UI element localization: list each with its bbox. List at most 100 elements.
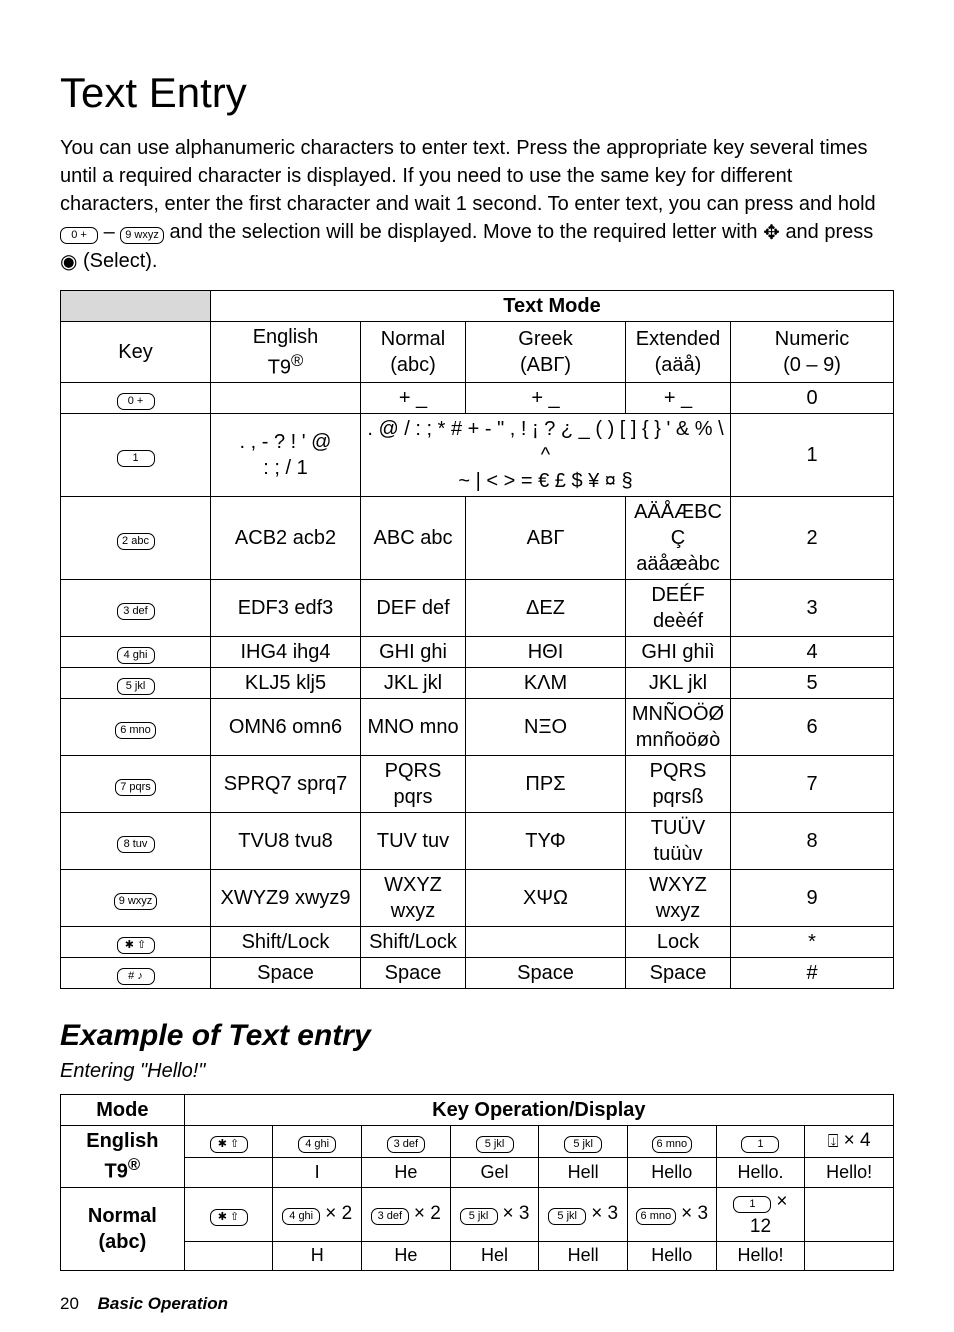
example-table: Mode Key Operation/Display English T9®✱ …: [60, 1094, 894, 1270]
table-row: 0 ++ _+ _+ _0: [61, 383, 894, 414]
table-row: 4 ghiIHG4 ihg4GHI ghiΗΘΙGHI ghiì4: [61, 637, 894, 668]
cell: ΠΡΣ: [466, 756, 626, 813]
kstar-icon: ✱ ⇧: [210, 1209, 248, 1226]
key-cell: 7 pqrs: [61, 756, 211, 813]
intro-a: You can use alphanumeric characters to e…: [60, 137, 876, 215]
k5-icon: 5 jkl: [460, 1208, 498, 1225]
k5-icon: 5 jkl: [476, 1136, 514, 1153]
intro-text: You can use alphanumeric characters to e…: [60, 134, 894, 275]
cell: 1: [716, 1126, 805, 1158]
kstar-icon: ✱ ⇧: [117, 937, 155, 954]
key-0-icon: 0 +: [60, 227, 98, 244]
cell: He: [362, 1242, 451, 1270]
cell: ABC abc: [361, 497, 466, 580]
key-cell: 4 ghi: [61, 637, 211, 668]
table-row: 2 abcACB2 acb2ABC abcΑΒΓAÄÅÆBCÇ aäåæàbc2: [61, 497, 894, 580]
cell: DEF def: [361, 580, 466, 637]
k0-icon: 0 +: [117, 393, 155, 410]
cell: [805, 1187, 894, 1241]
k9-icon: 9 wxyz: [114, 893, 158, 910]
key-cell: 2 abc: [61, 497, 211, 580]
k1-icon: 1: [741, 1136, 779, 1153]
table-row: 5 jklKLJ5 klj5JKL jklΚΛΜJKL jkl5: [61, 668, 894, 699]
page-footer: 20 Basic Operation: [60, 1295, 894, 1312]
cell: Hello!: [805, 1157, 894, 1187]
cell: WXYZ wxyz: [626, 870, 731, 927]
cell: IHG4 ihg4: [211, 637, 361, 668]
cell: GHI ghi: [361, 637, 466, 668]
table-row: 8 tuvTVU8 tvu8TUV tuvΤΥΦTUÜV tuüùv8: [61, 813, 894, 870]
intro-e: (Select).: [83, 250, 157, 272]
cell: JKL jkl: [626, 668, 731, 699]
k4-icon: 4 ghi: [117, 647, 155, 664]
k7-icon: 7 pqrs: [115, 779, 156, 796]
key-cell: # ♪: [61, 958, 211, 989]
cell: ⍗ × 4: [805, 1126, 894, 1158]
cell: 6 mno: [627, 1126, 716, 1158]
col-greek: Greek (ΑΒΓ): [466, 321, 626, 383]
cell: Space: [361, 958, 466, 989]
cell: + _: [626, 383, 731, 414]
khash-icon: # ♪: [117, 968, 155, 985]
cell: 0: [731, 383, 894, 414]
key-cell: 9 wxyz: [61, 870, 211, 927]
key-cell: 0 +: [61, 383, 211, 414]
table-row: 1. , - ? ! ' @ : ; / 1. @ / : ; * # + - …: [61, 414, 894, 497]
cell: [184, 1157, 273, 1187]
table-row: 3 defEDF3 edf3DEF defΔΕΖDEÉF deèéf3: [61, 580, 894, 637]
cell: Hello.: [716, 1157, 805, 1187]
cell: Shift/Lock: [211, 927, 361, 958]
cell: 9: [731, 870, 894, 927]
section-name: Basic Operation: [98, 1294, 228, 1313]
cell: . , - ? ! ' @ : ; / 1: [211, 414, 361, 497]
cell: Hello: [627, 1157, 716, 1187]
table-row: 7 pqrsSPRQ7 sprq7PQRS pqrsΠΡΣPQRS pqrsß7: [61, 756, 894, 813]
k5-icon: 5 jkl: [117, 678, 155, 695]
cell: Shift/Lock: [361, 927, 466, 958]
kstar-icon: ✱ ⇧: [210, 1136, 248, 1153]
table-row: HHeHelHellHelloHello!: [61, 1242, 894, 1270]
cell: I: [273, 1157, 362, 1187]
k5-icon: 5 jkl: [548, 1208, 586, 1225]
k6-icon: 6 mno: [115, 722, 156, 739]
nav-icon: ✥: [763, 219, 780, 247]
cell: TVU8 tvu8: [211, 813, 361, 870]
cell: Space: [466, 958, 626, 989]
cell: Hell: [539, 1242, 628, 1270]
cell: Gel: [450, 1157, 539, 1187]
k6-icon: 6 mno: [636, 1208, 677, 1225]
cell: 1: [731, 414, 894, 497]
cell: 4: [731, 637, 894, 668]
cell: 4 ghi × 2: [273, 1187, 362, 1241]
page-title: Text Entry: [60, 70, 894, 116]
col-numeric: Numeric (0 – 9): [731, 321, 894, 383]
cell: SPRQ7 sprq7: [211, 756, 361, 813]
cell: TUÜV tuüùv: [626, 813, 731, 870]
cell: EDF3 edf3: [211, 580, 361, 637]
col-key: Key: [61, 321, 211, 383]
mode-cell: English T9®: [61, 1126, 185, 1188]
cell: [466, 927, 626, 958]
cell: 7: [731, 756, 894, 813]
cell: 5: [731, 668, 894, 699]
k2-icon: 2 abc: [117, 533, 155, 550]
col-normal: Normal (abc): [361, 321, 466, 383]
blank-header: [61, 290, 211, 321]
cell: + _: [361, 383, 466, 414]
table-row: Normal (abc)✱ ⇧4 ghi × 23 def × 25 jkl ×…: [61, 1187, 894, 1241]
cell: 8: [731, 813, 894, 870]
col-extended: Extended (aäå): [626, 321, 731, 383]
cell: 5 jkl: [539, 1126, 628, 1158]
intro-c: and the selection will be displayed. Mov…: [169, 221, 763, 243]
key-cell: 8 tuv: [61, 813, 211, 870]
cell: Space: [211, 958, 361, 989]
k1-icon: 1: [117, 450, 155, 467]
key-cell: 1: [61, 414, 211, 497]
col-english: English T9®: [211, 321, 361, 383]
cell: Hello!: [716, 1242, 805, 1270]
cell: 1 × 12: [716, 1187, 805, 1241]
cell: XWYZ9 xwyz9: [211, 870, 361, 927]
cell: PQRS pqrsß: [626, 756, 731, 813]
intro-b: –: [104, 221, 121, 243]
k6-icon: 6 mno: [652, 1136, 693, 1153]
